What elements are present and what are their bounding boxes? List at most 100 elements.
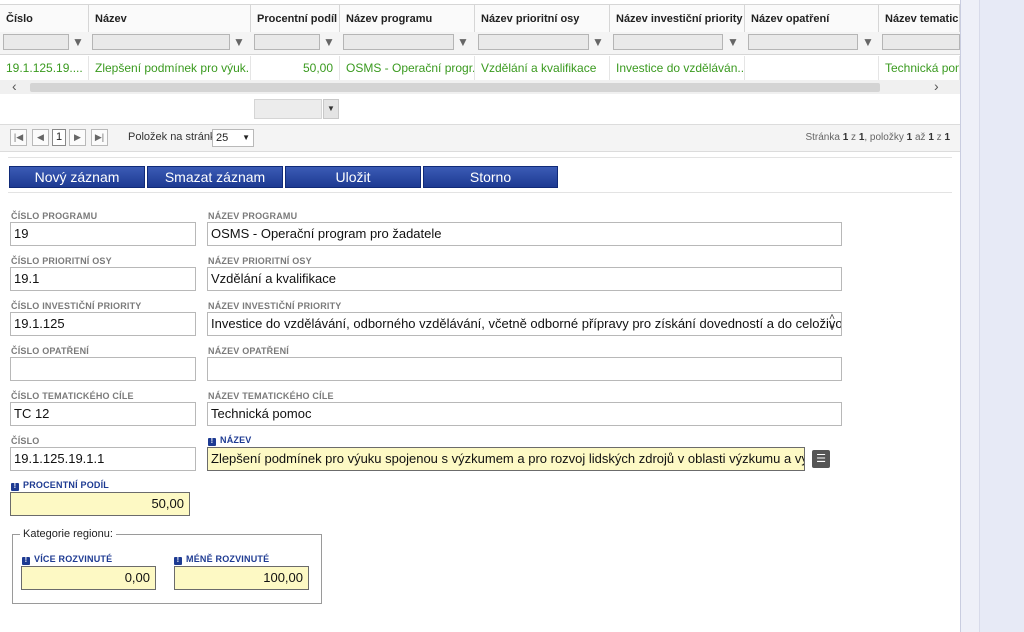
nazev-prioritni-osy-label: NÁZEV PRIORITNÍ OSY xyxy=(208,256,312,266)
nazev-label: NÁZEV xyxy=(220,435,252,445)
last-page-icon[interactable]: ▶| xyxy=(91,129,108,146)
cislo-prioritni-osy-field[interactable]: 19.1 xyxy=(10,267,196,291)
new-record-button[interactable]: Nový záznam xyxy=(9,166,145,188)
vice-rozvinute-label-wrap: ! VÍCE ROZVINUTÉ xyxy=(22,554,112,565)
cancel-button[interactable]: Storno xyxy=(423,166,558,188)
nazev-programu-field[interactable]: OSMS - Operační program pro žadatele xyxy=(207,222,842,246)
filter-input-nazev-programu[interactable] xyxy=(343,34,454,50)
column-header-cislo[interactable]: Číslo xyxy=(0,5,89,33)
list-icon[interactable]: ☰ xyxy=(812,450,830,468)
cislo-programu-field[interactable]: 19 xyxy=(10,222,196,246)
cell-nazev-opatreni xyxy=(745,56,879,80)
column-header-nazev-tematickeho[interactable]: Název tematického xyxy=(879,5,960,33)
pager: |◀ ◀ 1 ▶ ▶| Položek na stránku 25 ▼ Strán… xyxy=(0,124,960,152)
cell-nazev-prioritni-osy: Vzdělání a kvalifikace xyxy=(475,56,610,80)
nazev-investicni-priority-label: NÁZEV INVESTIČNÍ PRIORITY xyxy=(208,301,342,311)
filter-input-cislo[interactable] xyxy=(3,34,69,50)
scroll-left-icon[interactable]: ‹ xyxy=(12,78,17,94)
cislo-field[interactable]: 19.1.125.19.1.1 xyxy=(10,447,196,471)
divider xyxy=(8,157,952,158)
column-header-nazev-investicni-priority[interactable]: Název investiční priority xyxy=(610,5,745,33)
per-page-value: 25 xyxy=(216,132,229,144)
filter-icon[interactable]: ▼ xyxy=(861,35,875,49)
filter-input-nazev-prioritni-osy[interactable] xyxy=(478,34,589,50)
required-icon: ! xyxy=(22,557,30,565)
first-page-icon[interactable]: |◀ xyxy=(10,129,27,146)
prev-page-icon[interactable]: ◀ xyxy=(32,129,49,146)
vice-rozvinute-field[interactable]: 0,00 xyxy=(21,566,156,590)
filter-icon[interactable]: ▼ xyxy=(726,35,740,49)
filter-icon[interactable]: ▼ xyxy=(591,35,605,49)
cell-procentni-podil: 50,00 xyxy=(251,56,340,80)
cislo-label: ČÍSLO xyxy=(11,436,40,446)
records-grid: Číslo Název Procentní podíl Název progra… xyxy=(0,0,960,96)
required-icon: ! xyxy=(174,557,182,565)
filter-input-nazev-investicni-priority[interactable] xyxy=(613,34,723,50)
cislo-investicni-priority-field[interactable]: 19.1.125 xyxy=(10,312,196,336)
procentni-podil-label-wrap: ! PROCENTNÍ PODÍL xyxy=(11,480,109,491)
filter-row: ▼ ▼ ▼ ▼ ▼ ▼ ▼ xyxy=(0,32,960,55)
cislo-opatreni-label: ČÍSLO OPATŘENÍ xyxy=(11,346,89,356)
page-number-input[interactable]: 1 xyxy=(52,129,66,146)
cell-nazev: Zlepšení podmínek pro výuk... xyxy=(89,56,251,80)
mene-rozvinute-label-wrap: ! MÉNĚ ROZVINUTÉ xyxy=(174,554,269,565)
column-header-procentni-podil[interactable]: Procentní podíl xyxy=(251,5,340,33)
required-icon: ! xyxy=(208,438,216,446)
filter-input-procentni-podil[interactable] xyxy=(254,34,320,50)
table-row[interactable]: 19.1.125.19.... Zlepšení podmínek pro vý… xyxy=(0,56,960,81)
next-page-icon[interactable]: ▶ xyxy=(69,129,86,146)
divider xyxy=(8,192,952,193)
filter-input-nazev[interactable] xyxy=(92,34,230,50)
mene-rozvinute-field[interactable]: 100,00 xyxy=(174,566,309,590)
vice-rozvinute-label: VÍCE ROZVINUTÉ xyxy=(34,554,113,564)
cislo-programu-label: ČÍSLO PROGRAMU xyxy=(11,211,98,221)
nazev-label-wrap: ! NÁZEV xyxy=(208,435,252,446)
cell-cislo: 19.1.125.19.... xyxy=(0,56,89,80)
filter-icon[interactable]: ▼ xyxy=(322,35,336,49)
per-page-label: Položek na stránku xyxy=(128,131,222,143)
filter-input-nazev-opatreni[interactable] xyxy=(748,34,858,50)
scroll-right-icon[interactable]: › xyxy=(934,78,939,94)
nazev-tematickeho-cile-label: NÁZEV TEMATICKÉHO CÍLE xyxy=(208,391,334,401)
cell-nazev-tematickeho: Technická pomo xyxy=(879,56,960,80)
nazev-tematickeho-cile-field[interactable]: Technická pomoc xyxy=(207,402,842,426)
nazev-field[interactable]: Zlepšení podmínek pro výuku spojenou s v… xyxy=(207,447,805,471)
cislo-prioritni-osy-label: ČÍSLO PRIORITNÍ OSY xyxy=(11,256,112,266)
column-header-nazev-programu[interactable]: Název programu xyxy=(340,5,475,33)
filter-input-nazev-tematickeho[interactable] xyxy=(882,34,960,50)
scrollbar-thumb[interactable] xyxy=(30,83,880,92)
cell-nazev-investicni-priority: Investice do vzděláván... xyxy=(610,56,745,80)
nazev-prioritni-osy-field[interactable]: Vzdělání a kvalifikace xyxy=(207,267,842,291)
procentni-podil-label: PROCENTNÍ PODÍL xyxy=(23,480,110,490)
cislo-investicni-priority-label: ČÍSLO INVESTIČNÍ PRIORITY xyxy=(11,301,142,311)
procentni-podil-field[interactable]: 50,00 xyxy=(10,492,190,516)
save-button[interactable]: Uložit xyxy=(285,166,421,188)
nazev-programu-label: NÁZEV PROGRAMU xyxy=(208,211,298,221)
column-header-nazev-prioritni-osy[interactable]: Název prioritní osy xyxy=(475,5,610,33)
cislo-tematickeho-cile-field[interactable]: TC 12 xyxy=(10,402,196,426)
chevron-down-icon: ▼ xyxy=(242,133,250,142)
grid-header: Číslo Název Procentní podíl Název progra… xyxy=(0,4,960,34)
filter-icon[interactable]: ▼ xyxy=(232,35,246,49)
grid-extra-select[interactable] xyxy=(254,99,322,119)
column-header-nazev-opatreni[interactable]: Název opatření xyxy=(745,5,879,33)
mene-rozvinute-label: MÉNĚ ROZVINUTÉ xyxy=(186,554,270,564)
cislo-opatreni-field[interactable] xyxy=(10,357,196,381)
per-page-select[interactable]: 25 ▼ xyxy=(212,129,254,147)
expand-collapse-icon[interactable]: ˄ ˅ xyxy=(824,312,840,336)
horizontal-scrollbar[interactable]: ‹ › xyxy=(0,78,960,94)
chevron-down-icon[interactable]: ▼ xyxy=(323,99,339,119)
cell-nazev-programu: OSMS - Operační progr... xyxy=(340,56,475,80)
column-header-nazev[interactable]: Název xyxy=(89,5,251,33)
kategorie-regionu-legend: Kategorie regionu: xyxy=(20,528,116,540)
filter-icon[interactable]: ▼ xyxy=(71,35,85,49)
right-scroll-strip xyxy=(960,0,1024,632)
cislo-tematickeho-cile-label: ČÍSLO TEMATICKÉHO CÍLE xyxy=(11,391,134,401)
filter-icon[interactable]: ▼ xyxy=(456,35,470,49)
nazev-investicni-priority-field[interactable]: Investice do vzdělávání, odborného vzděl… xyxy=(207,312,842,336)
nazev-opatreni-field[interactable] xyxy=(207,357,842,381)
delete-record-button[interactable]: Smazat záznam xyxy=(147,166,283,188)
required-icon: ! xyxy=(11,483,19,491)
nazev-opatreni-label: NÁZEV OPATŘENÍ xyxy=(208,346,289,356)
page-info: Stránka 1 z 1, položky 1 až 1 z 1 xyxy=(805,132,950,143)
